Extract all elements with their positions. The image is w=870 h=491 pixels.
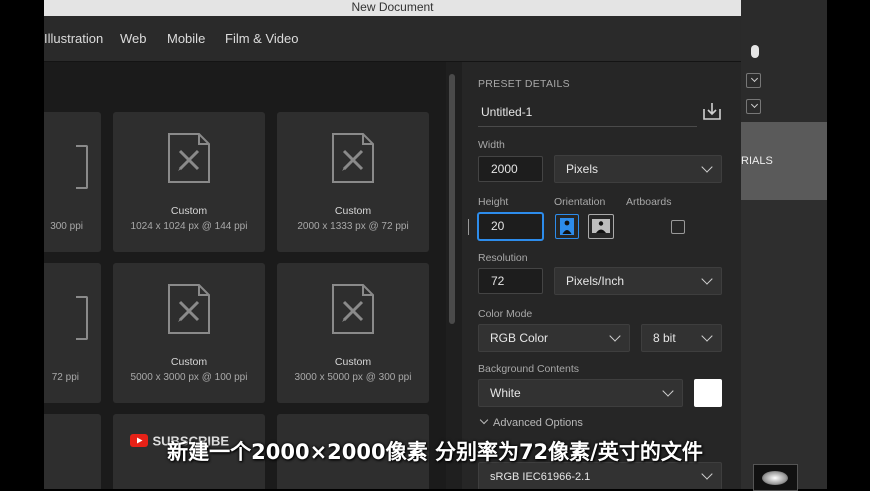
width-input[interactable]: 2000 xyxy=(478,156,543,182)
materials-button[interactable]: RIALS xyxy=(741,122,827,200)
preset-grid-scrollbar[interactable] xyxy=(449,74,455,324)
chevron-down-icon xyxy=(701,330,713,342)
background-color-swatch[interactable] xyxy=(694,379,722,407)
chevron-down-icon xyxy=(701,468,713,480)
preset-grid: 300 ppi Custom 1024 x 1024 px @ 144 ppi … xyxy=(44,62,446,489)
document-name-value: Untitled-1 xyxy=(481,105,533,119)
dropdown-small-2[interactable] xyxy=(746,99,761,114)
preset-name: Custom xyxy=(170,356,208,368)
width-unit-select[interactable]: Pixels xyxy=(554,155,722,183)
document-pencil-icon xyxy=(332,133,374,183)
document-icon xyxy=(76,145,88,189)
landscape-icon xyxy=(592,219,610,233)
color-mode-label: Color Mode xyxy=(478,308,533,320)
preset-card-4[interactable]: 72 ppi xyxy=(44,263,101,403)
document-pencil-icon xyxy=(168,284,210,334)
preset-detail: 72 ppi xyxy=(51,372,79,383)
document-icon xyxy=(76,296,88,340)
advanced-options-label: Advanced Options xyxy=(493,417,583,429)
preset-detail: 3000 x 5000 px @ 300 ppi xyxy=(294,372,412,383)
chevron-down-icon xyxy=(662,385,674,397)
preset-details-panel: PRESET DETAILS Untitled-1 Width 2000 Pix… xyxy=(462,62,741,489)
text-cursor-icon xyxy=(468,219,478,235)
chevron-down-icon xyxy=(701,161,713,173)
save-preset-icon[interactable] xyxy=(702,101,722,121)
artboards-label: Artboards xyxy=(626,196,672,208)
tab-illustration[interactable]: Illustration xyxy=(44,31,103,46)
new-document-dialog: New Document Illustration Web Mobile Fil… xyxy=(44,0,741,489)
bit-depth-value: 8 bit xyxy=(653,331,676,345)
preset-card-2[interactable]: Custom 1024 x 1024 px @ 144 ppi xyxy=(113,112,265,252)
artboards-checkbox[interactable] xyxy=(671,220,685,234)
tab-mobile[interactable]: Mobile xyxy=(167,31,205,46)
resolution-unit-select[interactable]: Pixels/Inch xyxy=(554,267,722,295)
preset-card-5[interactable]: Custom 5000 x 3000 px @ 100 ppi xyxy=(113,263,265,403)
chevron-down-icon xyxy=(479,415,489,425)
video-subtitle: 新建一个2000×2000像素 分别率为72像素/英寸的文件 xyxy=(167,440,703,464)
preset-card-6[interactable]: Custom 3000 x 5000 px @ 300 ppi xyxy=(277,263,429,403)
background-app-panel: RIALS xyxy=(741,0,827,491)
thumbnail xyxy=(753,464,798,491)
background-contents-label: Background Contents xyxy=(478,363,579,375)
dropdown-small-1[interactable] xyxy=(746,73,761,88)
width-unit-value: Pixels xyxy=(566,162,599,176)
resolution-label: Resolution xyxy=(478,252,528,264)
background-contents-value: White xyxy=(490,386,521,400)
color-profile-value: sRGB IEC61966-2.1 xyxy=(490,471,591,483)
width-label: Width xyxy=(478,139,505,151)
bit-depth-select[interactable]: 8 bit xyxy=(641,324,722,352)
document-pencil-icon xyxy=(332,284,374,334)
resolution-input[interactable]: 72 xyxy=(478,268,543,294)
portrait-orientation-button[interactable] xyxy=(555,214,579,239)
document-name-field[interactable]: Untitled-1 xyxy=(478,100,697,127)
color-profile-select[interactable]: sRGB IEC61966-2.1 xyxy=(478,462,722,489)
materials-label: RIALS xyxy=(741,155,773,167)
tab-web[interactable]: Web xyxy=(120,31,147,46)
color-mode-value: RGB Color xyxy=(490,331,549,345)
preset-detail: 1024 x 1024 px @ 144 ppi xyxy=(130,221,248,232)
tab-film-video[interactable]: Film & Video xyxy=(225,31,298,46)
height-input[interactable]: 20 xyxy=(478,213,543,240)
preset-detail: 2000 x 1333 px @ 72 ppi xyxy=(297,221,409,232)
preset-details-header: PRESET DETAILS xyxy=(478,78,570,90)
slider-knob[interactable] xyxy=(751,45,759,58)
chevron-down-icon xyxy=(701,273,713,285)
category-tab-bar: Illustration Web Mobile Film & Video xyxy=(44,16,741,62)
chevron-down-icon xyxy=(609,330,621,342)
preset-detail: 300 ppi xyxy=(50,221,83,232)
document-pencil-icon xyxy=(168,133,210,183)
orientation-label: Orientation xyxy=(554,196,606,208)
background-contents-select[interactable]: White xyxy=(478,379,683,407)
landscape-orientation-button[interactable] xyxy=(588,214,614,239)
preset-name: Custom xyxy=(334,356,372,368)
advanced-options-toggle[interactable]: Advanced Options xyxy=(478,415,583,429)
color-mode-select[interactable]: RGB Color xyxy=(478,324,630,352)
preset-name: Custom xyxy=(170,205,208,217)
window-title: New Document xyxy=(44,0,741,16)
preset-card-1[interactable]: 300 ppi xyxy=(44,112,101,252)
preset-card-3[interactable]: Custom 2000 x 1333 px @ 72 ppi xyxy=(277,112,429,252)
preset-detail: 5000 x 3000 px @ 100 ppi xyxy=(130,372,248,383)
preset-name: Custom xyxy=(334,205,372,217)
height-label: Height xyxy=(478,196,509,208)
portrait-icon xyxy=(560,218,574,235)
resolution-unit-value: Pixels/Inch xyxy=(566,274,625,288)
